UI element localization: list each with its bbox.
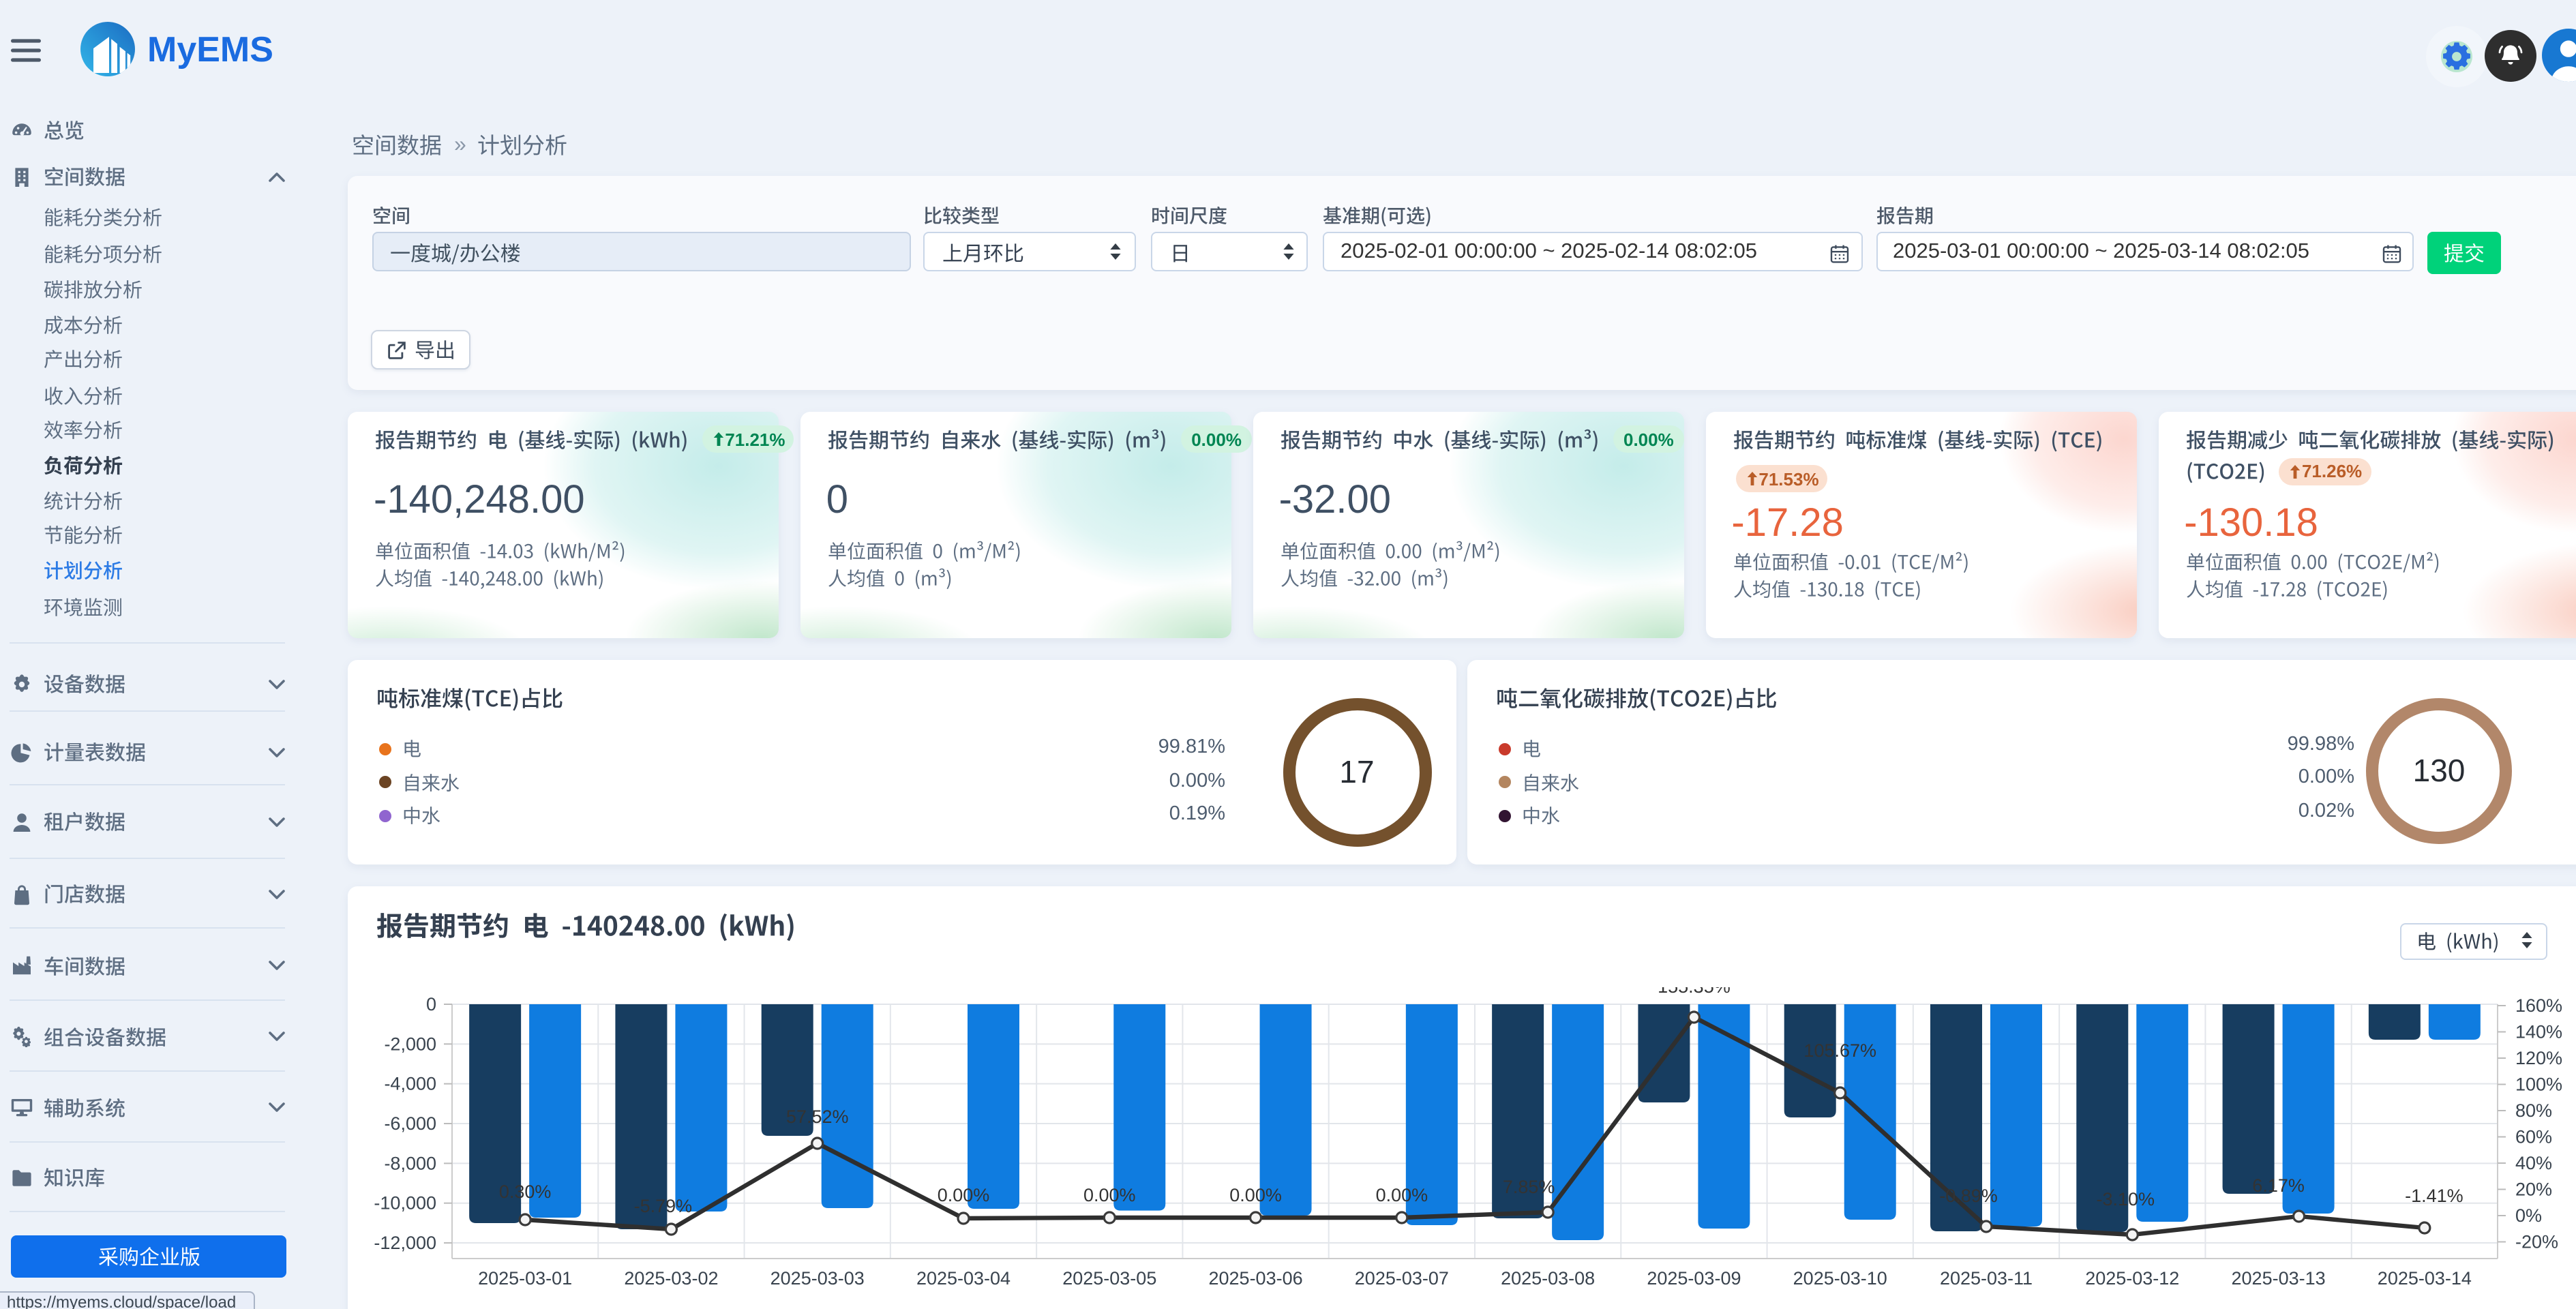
svg-text:0%: 0% <box>2515 1205 2542 1225</box>
svg-text:120%: 120% <box>2515 1047 2562 1068</box>
svg-text:80%: 80% <box>2515 1100 2552 1120</box>
svg-text:2025-03-11: 2025-03-11 <box>1940 1267 2033 1288</box>
svg-text:2025-03-13: 2025-03-13 <box>2232 1267 2326 1288</box>
svg-text:-6,000: -6,000 <box>384 1113 436 1133</box>
svg-text:2025-03-04: 2025-03-04 <box>916 1267 1010 1288</box>
svg-text:2025-03-02: 2025-03-02 <box>624 1267 718 1288</box>
svg-text:0.00%: 0.00% <box>938 1184 990 1205</box>
svg-text:2025-03-09: 2025-03-09 <box>1647 1267 1741 1288</box>
svg-text:-3.10%: -3.10% <box>2096 1188 2155 1209</box>
svg-text:0.00%: 0.00% <box>1083 1184 1136 1205</box>
svg-text:-8,000: -8,000 <box>384 1152 436 1173</box>
svg-text:57.52%: 57.52% <box>786 1106 849 1126</box>
svg-text:-2,000: -2,000 <box>384 1033 436 1053</box>
svg-text:60%: 60% <box>2515 1126 2552 1147</box>
svg-text:100%: 100% <box>2515 1074 2562 1094</box>
svg-text:-4,000: -4,000 <box>384 1073 436 1094</box>
svg-text:-5.79%: -5.79% <box>634 1195 693 1216</box>
svg-text:-20%: -20% <box>2515 1231 2558 1252</box>
svg-text:2025-03-06: 2025-03-06 <box>1209 1267 1303 1288</box>
svg-text:-12,000: -12,000 <box>374 1232 436 1252</box>
svg-text:2025-03-08: 2025-03-08 <box>1501 1267 1595 1288</box>
svg-text:2025-03-07: 2025-03-07 <box>1355 1267 1449 1288</box>
svg-text:140%: 140% <box>2515 1021 2562 1042</box>
svg-text:2025-03-01: 2025-03-01 <box>478 1267 572 1288</box>
svg-text:0.00%: 0.00% <box>1229 1184 1282 1205</box>
svg-text:6.17%: 6.17% <box>2252 1175 2305 1195</box>
svg-text:155.35%: 155.35% <box>1658 987 1731 996</box>
svg-text:-10,000: -10,000 <box>374 1192 436 1213</box>
svg-text:2025-03-05: 2025-03-05 <box>1062 1267 1156 1288</box>
svg-text:40%: 40% <box>2515 1152 2552 1173</box>
svg-text:2025-03-14: 2025-03-14 <box>2378 1267 2472 1288</box>
svg-text:2025-03-12: 2025-03-12 <box>2085 1267 2179 1288</box>
svg-text:160%: 160% <box>2515 995 2562 1015</box>
svg-text:7.85%: 7.85% <box>1503 1176 1555 1197</box>
svg-text:-0.89%: -0.89% <box>1939 1185 1998 1205</box>
svg-text:20%: 20% <box>2515 1179 2552 1199</box>
svg-text:105.67%: 105.67% <box>1803 1040 1876 1060</box>
svg-text:2025-03-10: 2025-03-10 <box>1793 1267 1887 1288</box>
svg-text:2025-03-03: 2025-03-03 <box>770 1267 865 1288</box>
svg-text:0.00%: 0.00% <box>1376 1184 1428 1205</box>
svg-text:-1.41%: -1.41% <box>2405 1185 2463 1205</box>
svg-text:0.30%: 0.30% <box>499 1181 552 1201</box>
svg-text:0: 0 <box>426 993 436 1014</box>
